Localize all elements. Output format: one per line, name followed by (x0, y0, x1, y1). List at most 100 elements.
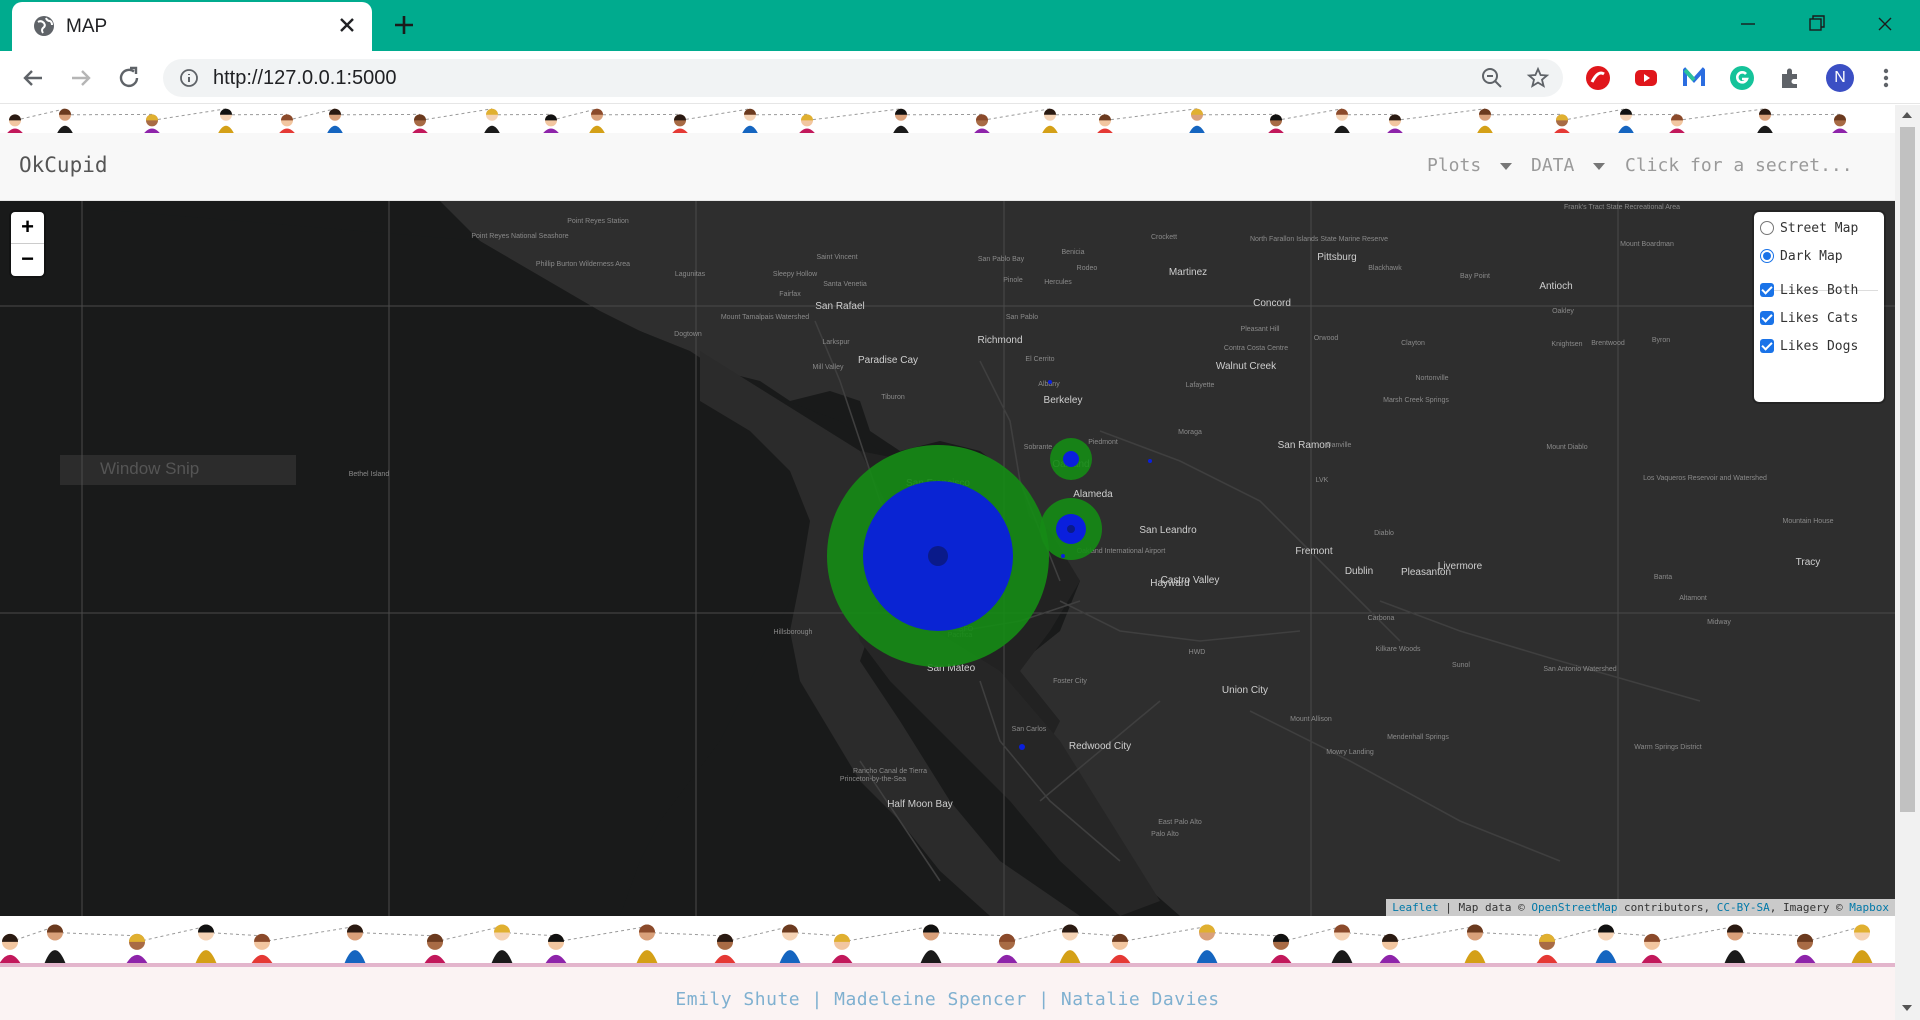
network-link (930, 931, 1008, 937)
person-avatar (920, 924, 942, 963)
network-link (724, 925, 791, 943)
network-link (1206, 931, 1282, 937)
bookmark-star-icon[interactable] (1526, 66, 1550, 90)
layer-dark-map[interactable]: Dark Map (1760, 246, 1843, 266)
network-link (1804, 925, 1863, 943)
minimize-icon[interactable] (1725, 6, 1771, 42)
ext-grammarly-icon[interactable] (1728, 64, 1756, 92)
dark-map-radio[interactable] (1760, 249, 1774, 263)
person-avatar (279, 114, 295, 133)
menu-kebab-icon[interactable] (1872, 64, 1900, 92)
scroll-thumb[interactable] (1900, 127, 1915, 812)
person-avatar (1832, 114, 1848, 133)
nav-data-dropdown[interactable]: DATA (1531, 155, 1574, 176)
new-tab-icon[interactable] (390, 11, 418, 39)
map-attribution: Leaflet | Map data © OpenStreetMap contr… (1386, 899, 1895, 916)
network-link (806, 108, 902, 121)
person-avatar (1387, 114, 1403, 133)
person-avatar (545, 933, 567, 963)
zoom-in-button[interactable]: + (11, 212, 44, 244)
leaflet-link[interactable]: Leaflet (1392, 901, 1438, 914)
leaflet-map[interactable]: Point Reyes Station Point Reyes National … (0, 201, 1895, 916)
person-avatar (195, 924, 217, 963)
person-avatar (126, 933, 148, 963)
ext-red-icon[interactable] (1584, 64, 1612, 92)
close-window-icon[interactable] (1862, 6, 1908, 42)
marker-point[interactable] (1048, 380, 1052, 384)
close-tab-icon[interactable] (334, 12, 360, 38)
person-avatar (1595, 924, 1617, 963)
likes-dogs-checkbox[interactable] (1760, 339, 1774, 353)
browser-tab[interactable]: MAP (12, 2, 372, 51)
layer-street-map[interactable]: Street Map (1760, 218, 1858, 238)
address-bar[interactable]: http://127.0.0.1:5000 (163, 59, 1563, 97)
person-avatar (672, 114, 688, 133)
likes-both-label: Likes Both (1780, 282, 1859, 298)
zoom-out-button[interactable]: − (11, 244, 44, 276)
likes-cats-checkbox[interactable] (1760, 311, 1774, 325)
person-avatar (1477, 108, 1493, 133)
marker-point[interactable] (1019, 744, 1025, 750)
likes-cats-circle-berkeley[interactable] (1063, 451, 1079, 467)
person-avatar (1042, 108, 1058, 133)
brand-logo[interactable]: OkCupid (19, 153, 108, 177)
zoom-out-icon[interactable] (1480, 66, 1504, 90)
marker-point[interactable] (1061, 554, 1065, 558)
network-link (501, 931, 557, 937)
attribution-text: contributors, (1617, 901, 1717, 914)
person-avatar (589, 108, 605, 133)
reload-icon[interactable] (114, 63, 144, 93)
marker-point[interactable] (1148, 459, 1152, 463)
scroll-down-icon[interactable] (1902, 1005, 1912, 1011)
street-map-radio[interactable] (1760, 221, 1774, 235)
person-avatar (1196, 924, 1218, 963)
network-link (419, 108, 493, 121)
person-avatar (831, 933, 853, 963)
plots-caret-icon (1500, 163, 1512, 170)
extensions-puzzle-icon[interactable] (1776, 64, 1804, 92)
person-avatar (1757, 108, 1773, 133)
page-scrollbar[interactable] (1895, 105, 1920, 1020)
person-avatar (1464, 924, 1486, 963)
marker-layer (827, 380, 1152, 750)
footer-credits: Emily Shute | Madeleine Spencer | Natali… (675, 989, 1220, 1010)
person-avatar (412, 114, 428, 133)
person-avatar (1189, 108, 1205, 133)
person-avatar (144, 114, 160, 133)
scroll-up-icon[interactable] (1902, 112, 1912, 118)
overlay-likes-both[interactable]: Likes Both (1760, 280, 1858, 300)
overlay-likes-cats[interactable]: Likes Cats (1760, 308, 1858, 328)
profile-avatar[interactable]: N (1826, 64, 1854, 92)
person-avatar (218, 108, 234, 133)
likes-dogs-circle-oakland[interactable] (1067, 525, 1075, 533)
person-avatar (7, 114, 23, 133)
ext-n-icon[interactable] (1680, 64, 1708, 92)
person-avatar (57, 108, 73, 133)
network-link (1651, 925, 1736, 943)
network-link (136, 925, 207, 943)
likes-dogs-label: Likes Dogs (1780, 338, 1859, 354)
street-map-label: Street Map (1780, 220, 1859, 236)
nav-plots-dropdown[interactable]: Plots (1427, 155, 1481, 176)
osm-link[interactable]: OpenStreetMap (1531, 901, 1617, 914)
likes-dogs-circle-sf[interactable] (928, 546, 948, 566)
likes-cats-label: Likes Cats (1780, 310, 1859, 326)
mapbox-link[interactable]: Mapbox (1849, 901, 1889, 914)
ext-youtube-icon[interactable] (1632, 64, 1660, 92)
nav-secret-link[interactable]: Click for a secret... (1625, 155, 1853, 176)
overlay-likes-dogs[interactable]: Likes Dogs (1760, 336, 1858, 356)
license-link[interactable]: CC-BY-SA (1717, 901, 1770, 914)
network-link (679, 108, 751, 121)
network-link (354, 931, 436, 937)
likes-both-checkbox[interactable] (1760, 283, 1774, 297)
restore-icon[interactable] (1793, 6, 1839, 42)
person-avatar (0, 933, 21, 963)
person-avatar (251, 933, 273, 963)
person-avatar (893, 108, 909, 133)
person-avatar (636, 924, 658, 963)
network-link (1734, 931, 1806, 937)
forward-icon[interactable] (66, 63, 96, 93)
person-avatar (1794, 933, 1816, 963)
site-info-icon[interactable] (179, 68, 199, 88)
back-icon[interactable] (18, 63, 48, 93)
